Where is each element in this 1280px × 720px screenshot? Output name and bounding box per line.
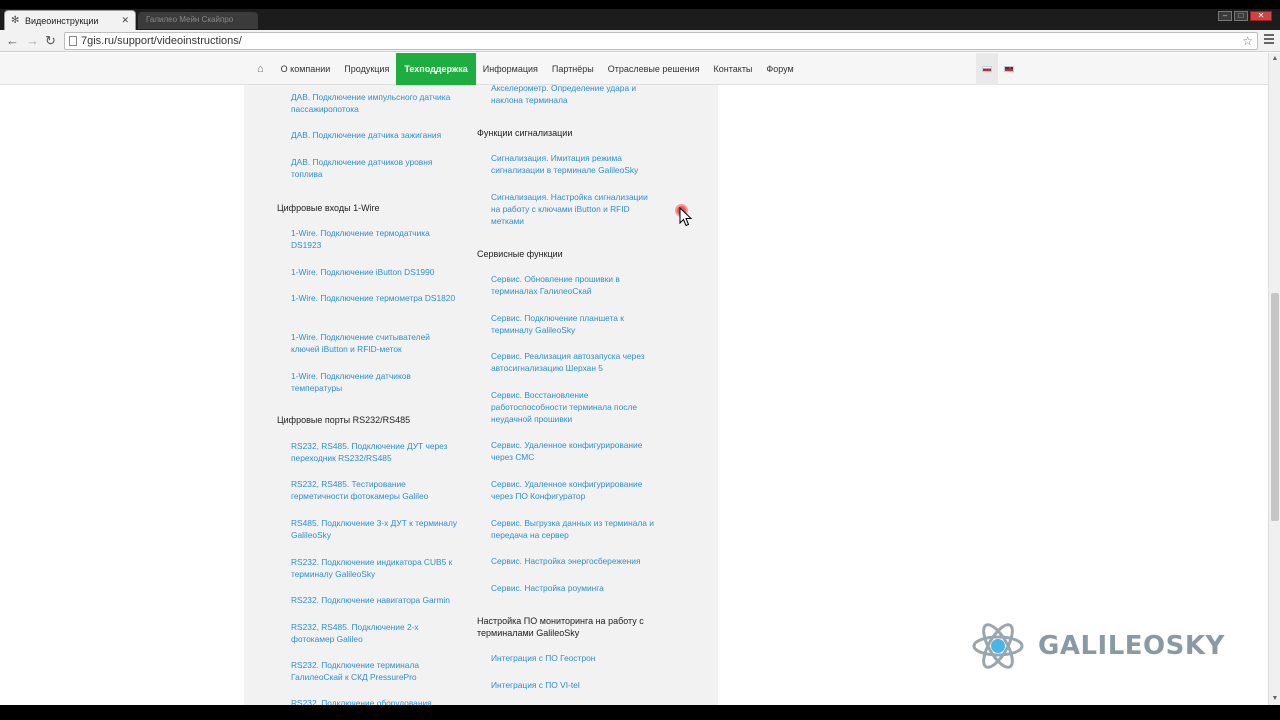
nav-item-6[interactable]: Отраслевые решения	[601, 53, 707, 85]
video-link[interactable]: Сервис. Восстановление работоспособности…	[477, 389, 659, 425]
window-controls: – □ ✕	[1218, 11, 1272, 21]
browser-toolbar: ← → ↻ 7gis.ru/support/videoinstructions/…	[0, 30, 1280, 52]
section-heading: Функции сигнализации	[477, 128, 573, 138]
page-icon	[69, 36, 77, 46]
video-link[interactable]: 1-Wire. Подключение термодатчика DS1923	[277, 227, 459, 251]
flag-en-icon[interactable]	[998, 53, 1020, 85]
video-link[interactable]: 1-Wire. Подключение термометра DS1820	[277, 292, 459, 304]
nav-item-2[interactable]: Продукция	[337, 53, 396, 85]
video-link[interactable]: RS232, RS485. Подключение 2-х фотокамер …	[277, 621, 459, 645]
logo-text-sky: SKY	[1165, 631, 1225, 661]
video-link[interactable]: ДАВ. Подключение датчика зажигания	[277, 129, 459, 141]
video-link[interactable]: Сигнализация. Настройка сигнализации на …	[477, 191, 659, 227]
video-link[interactable]: Сигнализация. Имитация режима сигнализац…	[477, 152, 659, 176]
video-link[interactable]: RS232, RS485. Тестирование герметичности…	[277, 478, 459, 502]
galileosky-logo: GALILEOSKY	[972, 616, 1225, 676]
nav-item-1[interactable]: О компании	[274, 53, 338, 85]
video-link[interactable]: ДАВ. Подключение импульсного датчика пас…	[277, 91, 459, 115]
video-link[interactable]: Сервис. Настройка роуминга	[477, 582, 659, 594]
browser-tab-inactive[interactable]: Галилео Мейн Скайпро	[138, 12, 258, 29]
video-link[interactable]: RS232. Подключение навигатора Garmin	[277, 594, 459, 606]
favicon-icon: ✻	[11, 14, 20, 26]
reload-icon[interactable]: ↻	[45, 33, 56, 49]
language-switcher	[976, 53, 1028, 85]
nav-item-7[interactable]: Контакты	[707, 53, 760, 85]
section-heading: Цифровые входы 1-Wire	[277, 203, 380, 213]
nav-item-5[interactable]: Партнёры	[545, 53, 601, 85]
site-navigation: ⌂ О компании Продукция Техподдержка Информа…	[0, 53, 1268, 85]
section-heading: Цифровые порты RS232/RS485	[277, 415, 411, 425]
flag-ru-icon[interactable]	[976, 53, 998, 85]
nav-item-3[interactable]: Техподдержка	[396, 53, 476, 85]
forward-arrow-icon[interactable]: →	[26, 33, 39, 49]
tab-title: Видеоинструкции	[25, 15, 99, 26]
nav-item-8[interactable]: Форум	[759, 53, 800, 85]
video-link[interactable]: RS232. Подключение терминала ГалилеоСкай…	[277, 659, 459, 683]
address-bar[interactable]: 7gis.ru/support/videoinstructions/ ☆	[64, 32, 1258, 50]
video-link[interactable]: 1-Wire. Подключение датчиков температуры	[277, 370, 459, 394]
window-close-icon[interactable]: ✕	[1250, 11, 1272, 21]
letterbox-bottom	[0, 705, 1280, 720]
menu-hamburger-icon[interactable]	[1264, 34, 1274, 46]
logo-text-galileo: GALILEO	[1038, 631, 1166, 661]
video-link[interactable]: Сервис. Реализация автозапуска через авт…	[477, 350, 659, 374]
letterbox-top	[0, 0, 1280, 9]
home-icon[interactable]: ⌂	[252, 53, 274, 85]
video-link[interactable]: RS232, RS485. Подключение ДУТ через пере…	[277, 440, 459, 464]
video-link[interactable]: Акселерометр. Определение удара и наклон…	[477, 85, 659, 106]
video-link[interactable]: RS232. Подключение индикатора CUB5 к тер…	[277, 556, 459, 580]
atom-logo-icon	[972, 623, 1024, 669]
minimize-icon[interactable]: –	[1218, 11, 1232, 21]
video-link[interactable]: RS485. Подключение 3-х ДУТ к терминалу G…	[277, 517, 459, 541]
nav-item-4[interactable]: Информация	[476, 53, 545, 85]
maximize-icon[interactable]: □	[1234, 11, 1248, 21]
video-link[interactable]: 1-Wire. Подключение iButton DS1990	[277, 266, 459, 278]
video-link[interactable]: Интеграция с ПО Геострон	[477, 652, 659, 664]
section-heading: Настройка ПО мониторинга на работу с тер…	[477, 616, 644, 638]
tab-close-icon[interactable]: ✕	[121, 15, 129, 26]
back-arrow-icon[interactable]: ←	[6, 33, 19, 49]
logo-text: GALILEOSKY	[1038, 631, 1225, 661]
video-link[interactable]: Интеграция с ПО VI-tel	[477, 679, 659, 691]
video-link[interactable]: Сервис. Выгрузка данных из терминала и п…	[477, 517, 659, 541]
browser-tab-active[interactable]: ✻ Видеоинструкции ✕	[4, 10, 136, 30]
screen: ✻ Видеоинструкции ✕ Галилео Мейн Скайпро…	[0, 0, 1280, 720]
video-link[interactable]: Сервис. Удаленное конфигурирование через…	[477, 478, 659, 502]
video-link[interactable]: Сервис. Подключение планшета к терминалу…	[477, 312, 659, 336]
video-link[interactable]: RS232. Подключение оборудования	[277, 697, 459, 705]
nav-items: ⌂ О компании Продукция Техподдержка Информа…	[252, 53, 801, 85]
video-link[interactable]: Сервис. Удаленное конфигурирование через…	[477, 439, 659, 463]
mouse-cursor-icon	[679, 207, 693, 227]
page-scrollbar[interactable]: ▲ ▼	[1268, 53, 1280, 705]
video-link[interactable]: ДАВ. Подключение датчиков уровня топлива	[277, 156, 459, 180]
scroll-up-icon[interactable]: ▲	[1269, 53, 1280, 65]
url-text: 7gis.ru/support/videoinstructions/	[81, 35, 242, 47]
content-panel: ДАВ. Подключение импульсного датчика пас…	[244, 85, 718, 705]
scroll-down-icon[interactable]: ▼	[1269, 693, 1280, 705]
video-link[interactable]: Сервис. Настройка энергосбережения	[477, 555, 659, 567]
bookmark-star-icon[interactable]: ☆	[1242, 33, 1253, 49]
section-heading: Сервисные функции	[477, 249, 563, 259]
scroll-thumb[interactable]	[1271, 293, 1279, 521]
video-link[interactable]: 1-Wire. Подключение считывателей ключей …	[277, 331, 459, 355]
video-link[interactable]: Сервис. Обновление прошивки в терминалах…	[477, 273, 659, 297]
